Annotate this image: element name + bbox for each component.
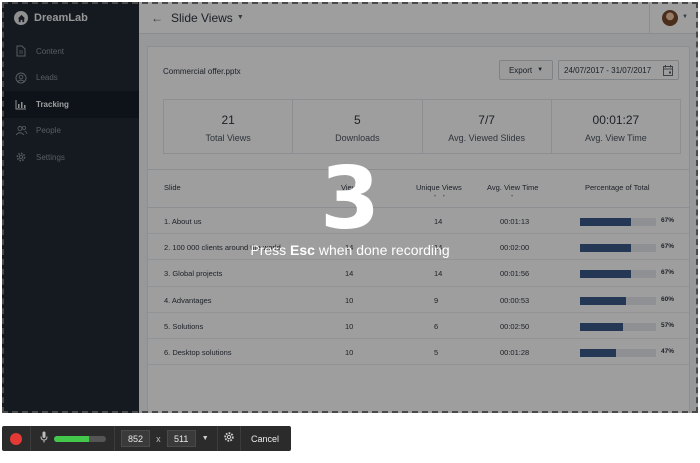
divider (114, 426, 115, 451)
hint-key: Esc (290, 242, 315, 258)
hint-text-end: when done recording (314, 242, 450, 258)
gear-icon (223, 430, 235, 448)
mic-level-fill (54, 435, 90, 442)
record-icon (10, 432, 23, 445)
mic-level-meter (54, 435, 107, 442)
hint-text-start: Press (250, 242, 291, 258)
cancel-button[interactable]: Cancel (241, 434, 291, 444)
recorder-toolbar: 852 x 511 ▼ Cancel (2, 426, 291, 451)
dimension-separator: x (156, 433, 161, 444)
record-button[interactable] (2, 426, 30, 451)
recording-hint: Press Esc when done recording (2, 242, 698, 258)
chevron-down-icon[interactable]: ▼ (202, 435, 209, 442)
height-input[interactable]: 511 (166, 430, 196, 447)
microphone-control[interactable] (31, 426, 114, 451)
microphone-icon[interactable] (40, 430, 48, 448)
recording-area: DreamLab Content Leads Tracking People S… (2, 2, 698, 413)
settings-button[interactable] (218, 426, 240, 451)
width-input[interactable]: 852 (120, 430, 151, 447)
countdown-number: 3 (320, 149, 380, 249)
